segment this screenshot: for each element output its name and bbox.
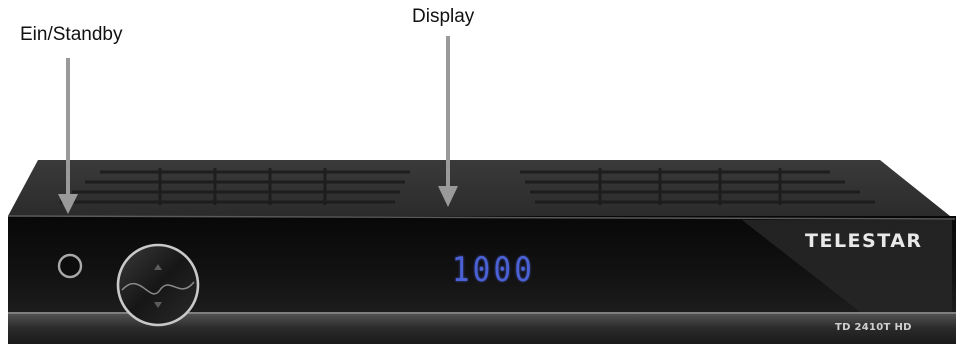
receiver-top-surface [8, 160, 955, 220]
channel-dial[interactable] [116, 243, 200, 327]
brand-logo: TELESTAR [805, 230, 923, 252]
power-button[interactable] [57, 253, 83, 279]
front-display-readout: 1000 [452, 250, 536, 290]
receiver-illustration [7, 36, 956, 344]
model-label: TD 2410T HD [835, 322, 912, 333]
